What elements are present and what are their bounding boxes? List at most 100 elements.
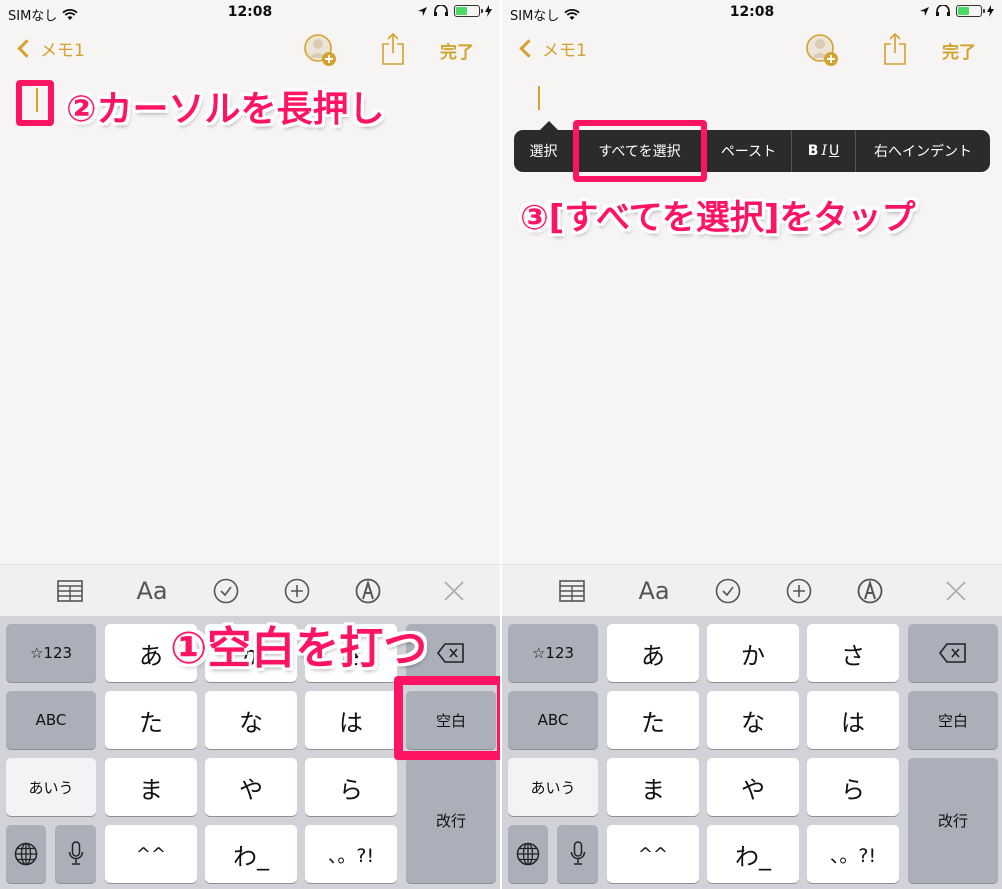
status-right-icons (417, 5, 492, 17)
headphones-icon (434, 5, 448, 16)
format-toolbar: Aa (0, 564, 500, 616)
markup-button[interactable] (354, 577, 382, 605)
key-emoticon[interactable]: ^^ (105, 825, 197, 883)
close-icon (946, 581, 966, 601)
menu-biu[interactable]: BIU (792, 130, 856, 172)
select-all-highlight-box (573, 120, 707, 182)
key-ra[interactable]: ら (807, 758, 899, 816)
text-cursor[interactable] (538, 86, 540, 110)
share-icon[interactable] (380, 32, 406, 66)
key-ta[interactable]: た (607, 691, 699, 749)
charging-icon (485, 5, 492, 17)
key-wa[interactable]: わ_ (205, 825, 297, 883)
underline-label: U (828, 143, 840, 159)
step2-annotation: ②カーソルを長押し (66, 89, 385, 130)
key-punctuation[interactable]: 、。?! (807, 825, 899, 883)
globe-icon (14, 842, 38, 866)
key-na[interactable]: な (205, 691, 297, 749)
checklist-icon (213, 578, 239, 604)
chevron-left-icon (519, 39, 538, 58)
location-icon (920, 6, 929, 16)
done-button[interactable]: 完了 (440, 38, 474, 63)
done-button[interactable]: 完了 (942, 38, 976, 63)
key-ra[interactable]: ら (305, 758, 397, 816)
cursor-highlight-box (16, 80, 54, 126)
key-ha[interactable]: は (305, 691, 397, 749)
delete-icon (939, 643, 966, 663)
text-format-button[interactable]: Aa (636, 577, 672, 605)
battery-icon (454, 5, 483, 17)
back-button[interactable]: メモ1 (16, 36, 85, 61)
headphones-icon (936, 5, 950, 16)
key-mic[interactable] (55, 825, 96, 883)
key-ka[interactable]: か (707, 624, 799, 682)
bold-label: B (807, 143, 819, 159)
key-mic[interactable] (557, 825, 598, 883)
table-button[interactable] (558, 577, 586, 605)
key-a[interactable]: あ (607, 624, 699, 682)
back-label: メモ1 (542, 41, 587, 61)
nav-bar: メモ1 完了 (0, 30, 500, 70)
menu-select[interactable]: 選択 (514, 130, 574, 172)
key-ma[interactable]: ま (105, 758, 197, 816)
key-ta[interactable]: た (105, 691, 197, 749)
markup-button[interactable] (856, 577, 884, 605)
add-button[interactable] (785, 577, 813, 605)
step1-annotation: ①空白を打つ (170, 623, 428, 674)
text-format-icon: Aa (638, 577, 670, 605)
menu-paste[interactable]: ペースト (706, 130, 792, 172)
back-label: メモ1 (40, 41, 85, 61)
text-format-button[interactable]: Aa (134, 577, 170, 605)
key-na[interactable]: な (707, 691, 799, 749)
microphone-icon (68, 841, 83, 865)
checklist-button[interactable] (714, 577, 742, 605)
keyboard: ☆123 あ か さ ABC た な は 空白 あいう ま や ら 改行 ^^ … (502, 616, 1002, 889)
add-button[interactable] (283, 577, 311, 605)
key-ya[interactable]: や (707, 758, 799, 816)
space-key-highlight-box (394, 676, 500, 760)
table-icon (559, 580, 585, 602)
close-toolbar-button[interactable] (440, 577, 468, 605)
key-return[interactable]: 改行 (908, 758, 998, 883)
key-abc[interactable]: ABC (6, 691, 96, 749)
key-ha[interactable]: は (807, 691, 899, 749)
key-kana[interactable]: あいう (6, 758, 96, 816)
key-return[interactable]: 改行 (406, 758, 496, 883)
checklist-button[interactable] (212, 577, 240, 605)
key-globe[interactable] (6, 825, 46, 883)
status-bar: SIMなし 12:08 (502, 0, 1002, 26)
menu-indent-right[interactable]: 右へインデント (856, 130, 990, 172)
key-kana[interactable]: あいう (508, 758, 598, 816)
status-bar: SIMなし 12:08 (0, 0, 500, 26)
back-button[interactable]: メモ1 (518, 36, 587, 61)
key-space[interactable]: 空白 (908, 691, 998, 749)
table-button[interactable] (56, 577, 84, 605)
add-icon (786, 578, 812, 604)
key-wa[interactable]: わ_ (707, 825, 799, 883)
battery-icon (956, 5, 985, 17)
left-screenshot-panel: SIMなし 12:08 メモ1 完了 ②カーソルを長押し Aa ☆123 あ か… (0, 0, 500, 889)
nav-bar: メモ1 完了 (502, 30, 1002, 70)
markup-icon (355, 578, 381, 604)
key-symbols[interactable]: ☆123 (508, 624, 598, 682)
format-toolbar: Aa (502, 564, 1002, 616)
right-screenshot-panel: SIMなし 12:08 メモ1 完了 選択 すべてを選択 ペースト B I U … (502, 0, 1002, 889)
key-emoticon[interactable]: ^^ (607, 825, 699, 883)
add-icon (284, 578, 310, 604)
add-collaborator-icon[interactable] (804, 32, 840, 68)
add-collaborator-icon[interactable] (302, 32, 338, 68)
key-symbols[interactable]: ☆123 (6, 624, 96, 682)
close-toolbar-button[interactable] (942, 577, 970, 605)
share-icon[interactable] (882, 32, 908, 66)
key-ma[interactable]: ま (607, 758, 699, 816)
step3-annotation: ③[すべてを選択]をタップ (520, 198, 916, 238)
key-ya[interactable]: や (205, 758, 297, 816)
key-abc[interactable]: ABC (508, 691, 598, 749)
key-punctuation[interactable]: 、。?! (305, 825, 397, 883)
close-icon (444, 581, 464, 601)
key-globe[interactable] (508, 825, 548, 883)
status-right-icons (919, 5, 994, 17)
key-delete[interactable] (908, 624, 998, 682)
key-sa[interactable]: さ (807, 624, 899, 682)
checklist-icon (715, 578, 741, 604)
